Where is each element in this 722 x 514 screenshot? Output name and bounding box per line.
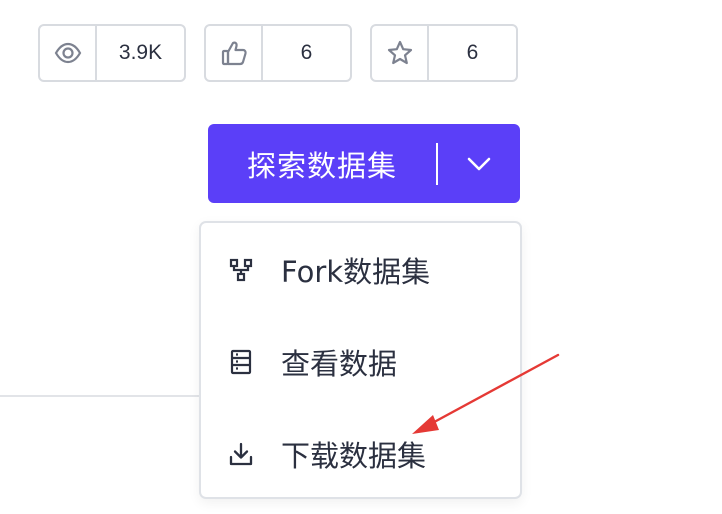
annotation-arrow — [412, 353, 560, 434]
